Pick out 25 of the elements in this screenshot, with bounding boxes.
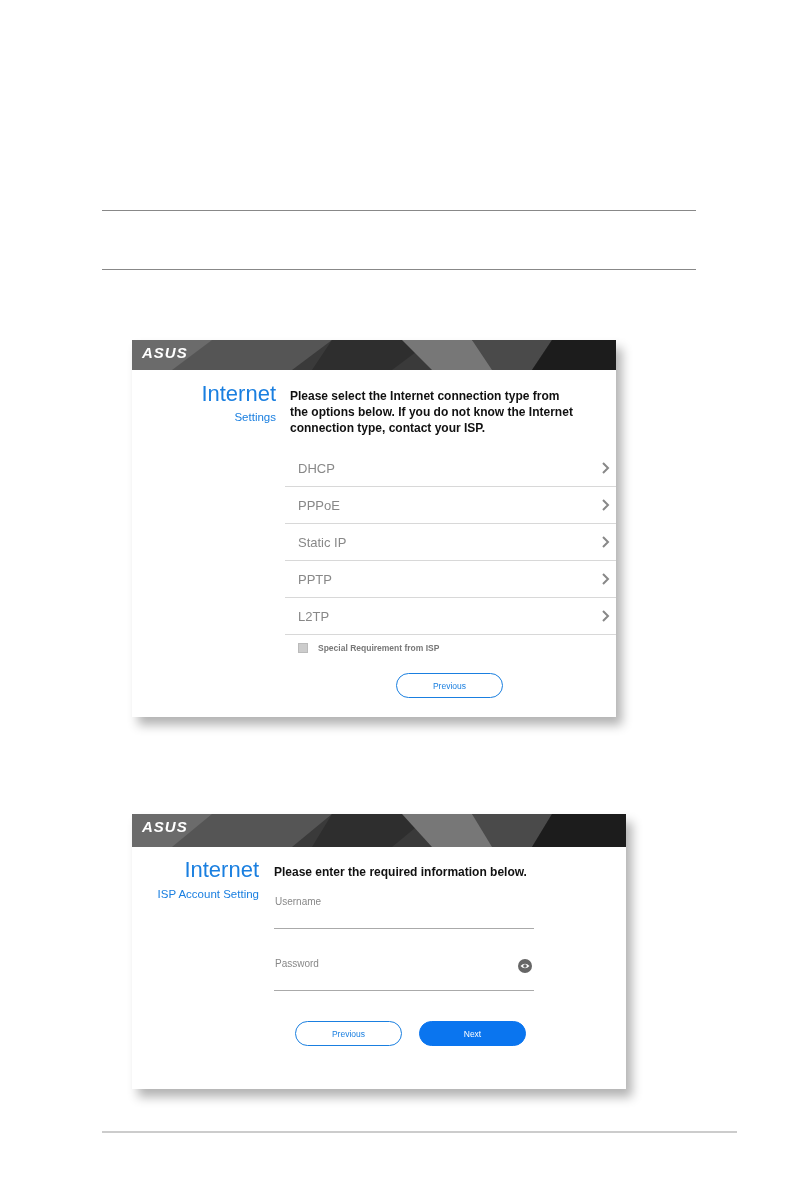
connection-option[interactable]: L2TP bbox=[285, 598, 616, 635]
eye-icon[interactable] bbox=[518, 959, 532, 973]
previous-button[interactable]: Previous bbox=[396, 673, 503, 698]
page-title: Internet bbox=[183, 857, 259, 883]
connection-option[interactable]: DHCP bbox=[285, 450, 616, 487]
chevron-icon bbox=[601, 462, 610, 474]
page-title: Internet bbox=[200, 381, 276, 407]
next-button[interactable]: Next bbox=[419, 1021, 526, 1046]
logo: ASUS bbox=[142, 345, 188, 361]
connection-option[interactable]: PPTP bbox=[285, 561, 616, 598]
chevron-icon bbox=[601, 536, 610, 548]
username-field[interactable]: Username bbox=[274, 893, 534, 929]
checkbox[interactable] bbox=[298, 643, 308, 653]
page-subtitle: Settings bbox=[233, 410, 276, 425]
page-subtitle: ISP Account Setting bbox=[156, 887, 259, 902]
checkbox-label: Special Requirement from ISP bbox=[318, 643, 440, 653]
instruction-text: Please enter the required information below. bbox=[274, 864, 528, 880]
connection-option[interactable]: PPPoE bbox=[285, 487, 616, 524]
previous-button[interactable]: Previous bbox=[295, 1021, 402, 1046]
logo: ASUS bbox=[142, 819, 188, 835]
chevron-icon bbox=[601, 573, 610, 585]
chevron-icon bbox=[601, 499, 610, 511]
chevron-icon bbox=[601, 610, 610, 622]
instruction-text: Please select the Internet connection type from the options below. If you do not know the Internet connection type, contact your ISP. bbox=[289, 388, 574, 436]
connection-option[interactable]: Static IP bbox=[285, 524, 616, 561]
